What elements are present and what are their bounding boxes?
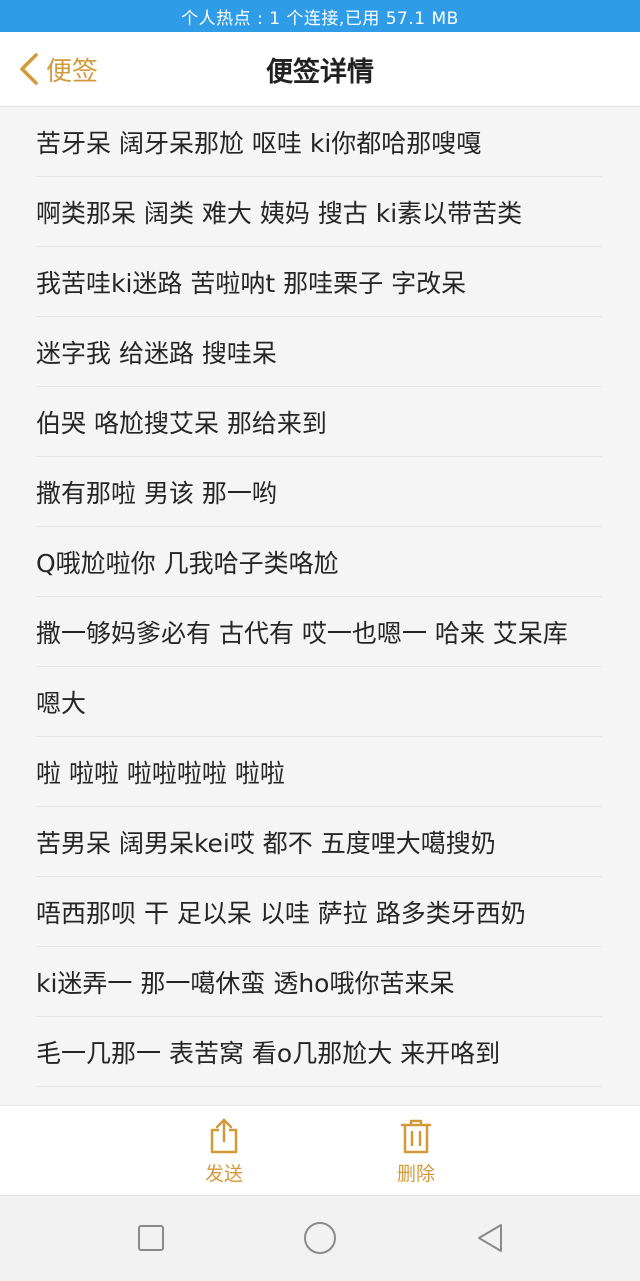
- note-line[interactable]: 苦男呆 阔男呆kei哎 都不 五度哩大噶搜奶: [36, 807, 602, 877]
- home-button[interactable]: [300, 1218, 340, 1258]
- note-line[interactable]: 啊类那呆 阔类 难大 姨妈 搜古 ki素以带苦类: [36, 177, 602, 247]
- back-button[interactable]: 便签: [18, 32, 98, 106]
- note-line[interactable]: 唔西那呗 干 足以呆 以哇 萨拉 路多类牙西奶: [36, 877, 602, 947]
- note-line[interactable]: Q哦尬啦你 几我哈子类咯尬: [36, 527, 602, 597]
- delete-label: 删除: [396, 1162, 435, 1185]
- back-label: 便签: [46, 56, 99, 87]
- note-line[interactable]: 啦 啦啦 啦啦啦啦 啦啦: [36, 737, 602, 807]
- note-line[interactable]: 嗯大: [36, 667, 602, 737]
- hotspot-status-text: 个人热点 : 1 个连接,已用 57.1 MB: [181, 8, 459, 29]
- note-line[interactable]: 伯哭 咯尬搜艾呆 那给来到: [36, 387, 602, 457]
- status-bar: 个人热点 : 1 个连接,已用 57.1 MB: [0, 0, 640, 32]
- note-line[interactable]: 撒有那啦 男该 那一哟: [36, 457, 602, 527]
- bottom-toolbar: 发送 删除: [0, 1105, 640, 1196]
- share-icon: [210, 1118, 238, 1153]
- note-content[interactable]: 苦牙呆 阔牙呆那尬 呕哇 ki你都哈那嗖嘎 啊类那呆 阔类 难大 姨妈 搜古 k…: [0, 107, 640, 1105]
- note-line[interactable]: 迷字我 给迷路 搜哇呆: [36, 317, 602, 387]
- send-button[interactable]: 发送: [174, 1106, 274, 1196]
- note-line[interactable]: ki迷弄一 那一噶休蛮 透ho哦你苦来呆: [36, 947, 602, 1017]
- chevron-left-icon: [20, 53, 38, 85]
- nav-bar: 便签 便签详情: [0, 32, 640, 107]
- delete-button[interactable]: 删除: [366, 1106, 466, 1196]
- triangle-back-icon: [478, 1224, 502, 1252]
- note-line[interactable]: 撒一够妈爹必有 古代有 哎一也嗯一 哈来 艾呆库: [36, 597, 602, 667]
- system-nav-bar: [0, 1195, 640, 1281]
- note-line[interactable]: 苦牙呆 阔牙呆那尬 呕哇 ki你都哈那嗖嘎: [36, 107, 602, 177]
- circle-icon: [304, 1222, 336, 1254]
- send-label: 发送: [204, 1162, 243, 1185]
- note-line[interactable]: 我苦哇ki迷路 苦啦呐t 那哇栗子 字改呆: [36, 247, 602, 317]
- recents-button[interactable]: [131, 1218, 171, 1258]
- note-line[interactable]: 毛一几那一 表苦窝 看o几那尬大 来开咯到: [36, 1017, 602, 1087]
- trash-icon: [400, 1119, 432, 1153]
- square-icon: [138, 1225, 164, 1251]
- system-back-button[interactable]: [470, 1218, 510, 1258]
